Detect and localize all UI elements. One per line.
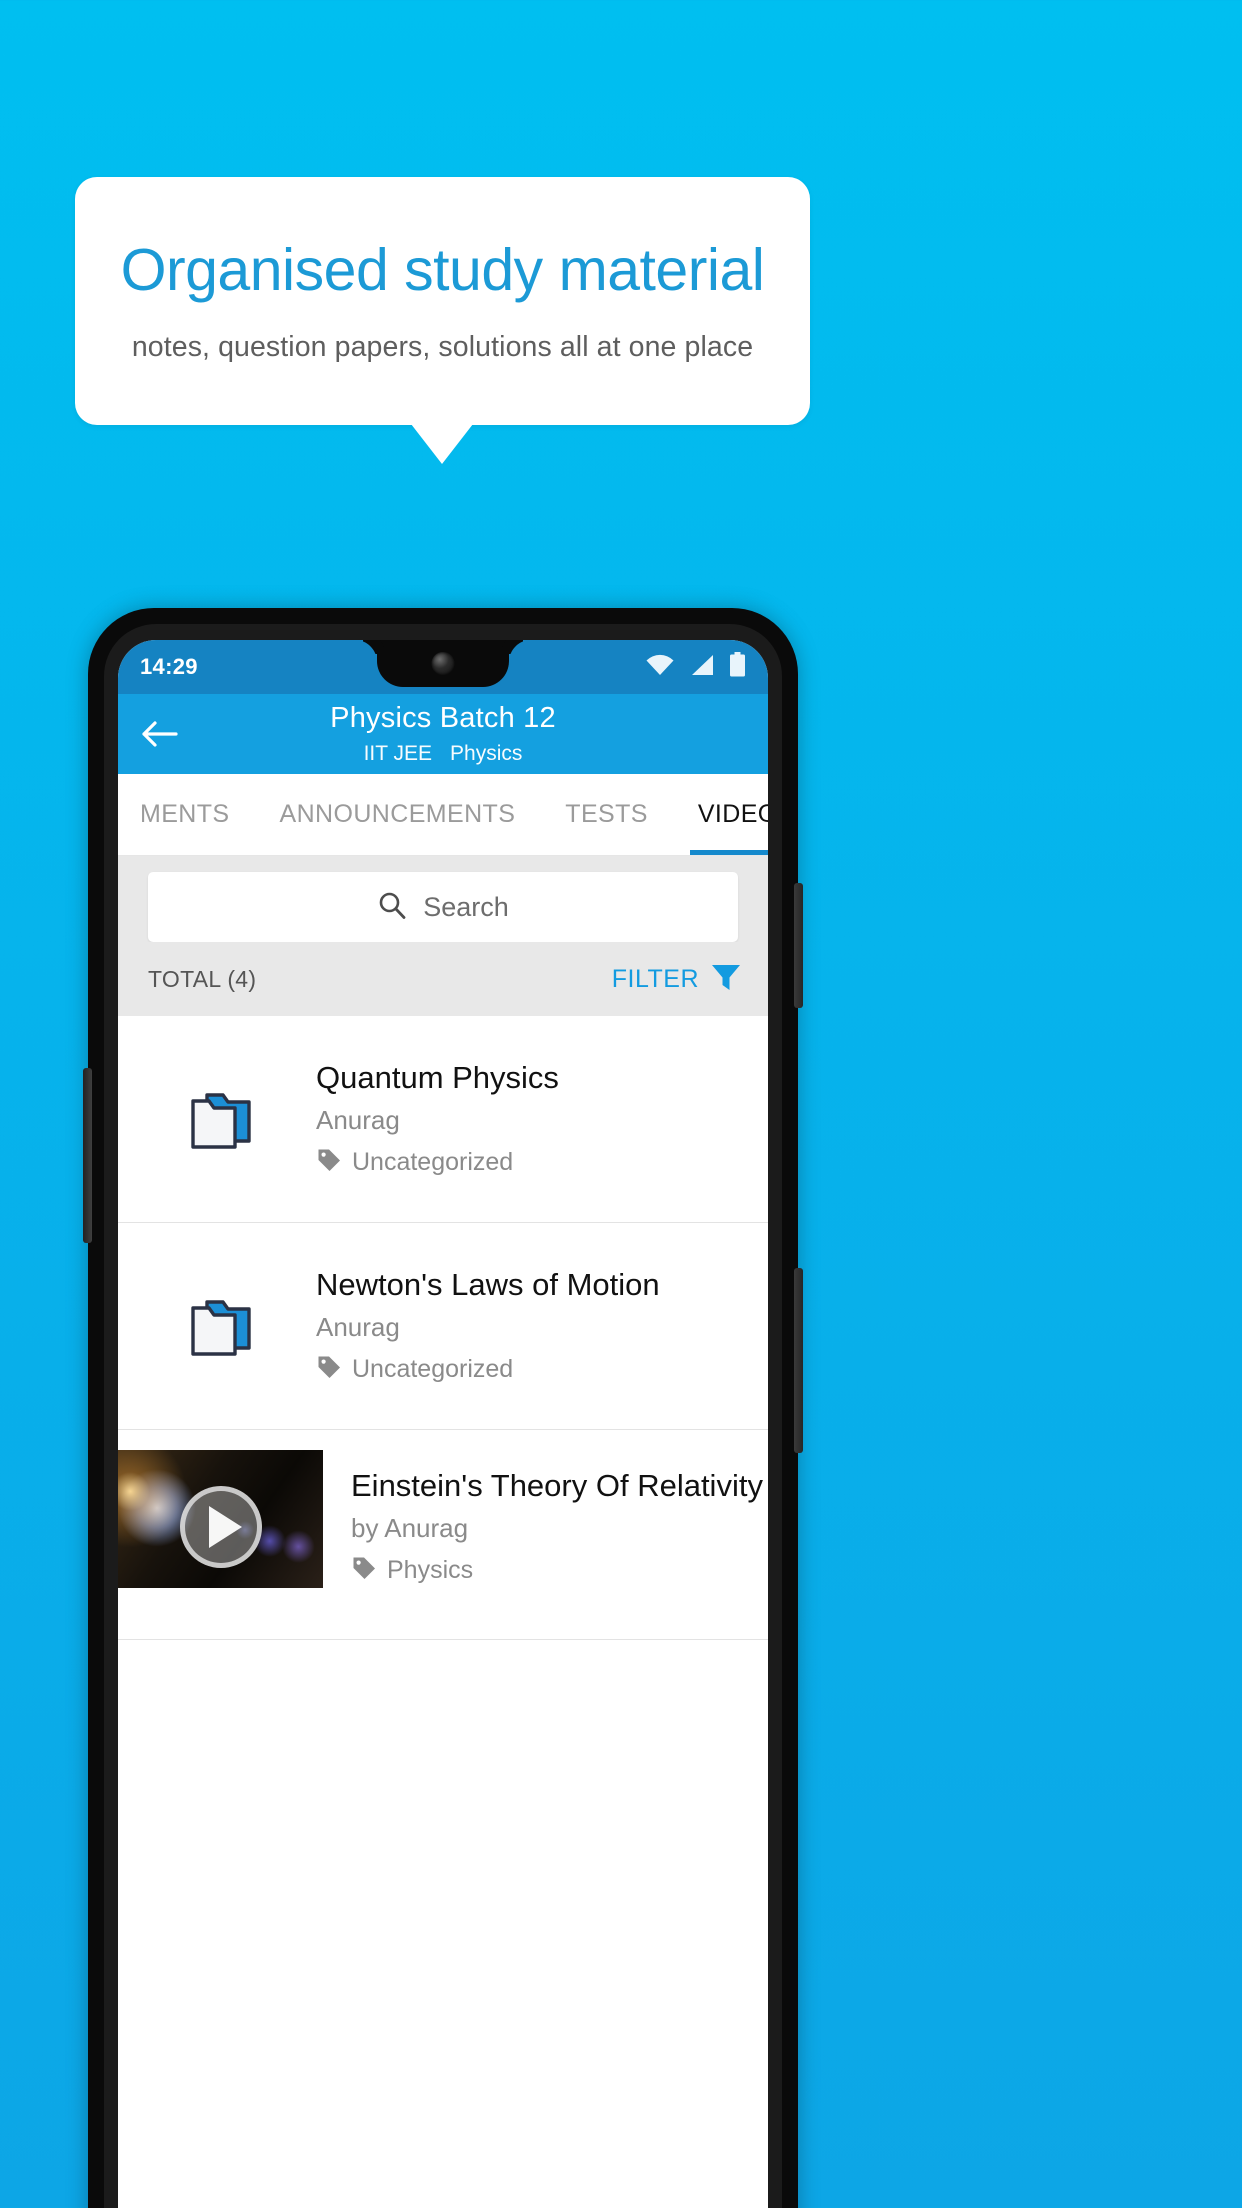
breadcrumb-subject: Physics <box>450 742 523 765</box>
tab-videos[interactable]: VIDEOS <box>689 774 768 855</box>
list-item-title: Newton's Laws of Motion <box>316 1266 660 1302</box>
tag-icon <box>351 1555 377 1586</box>
filter-label: FILTER <box>611 964 699 993</box>
video-thumbnail[interactable] <box>118 1450 323 1588</box>
tag-icon <box>316 1354 342 1385</box>
tab-assignments[interactable]: MENTS <box>140 774 230 855</box>
list-item-author: Anurag <box>316 1105 400 1136</box>
list-item-tag: Uncategorized <box>352 1355 514 1384</box>
phone-left-button[interactable] <box>83 1068 92 1243</box>
status-icons <box>645 652 746 682</box>
list-item-title: Einstein's Theory Of Relativity <box>351 1468 763 1503</box>
signal-icon <box>689 654 715 681</box>
filter-funnel-icon <box>709 960 743 999</box>
tag-icon <box>316 1147 342 1178</box>
phone-power-button[interactable] <box>794 1268 803 1453</box>
phone-screen: 14:29 Physics Batch 12 IIT JEE Physics M… <box>118 640 768 2208</box>
promo-subtitle: notes, question papers, solutions all at… <box>131 331 754 364</box>
list-item-tag-row: Uncategorized <box>316 1147 756 1178</box>
page-title: Physics Batch 12 <box>330 702 556 734</box>
list-item[interactable]: Quantum Physics Anurag Uncategorized <box>118 1016 768 1223</box>
list-item-title: Quantum Physics <box>316 1059 559 1095</box>
search-zone: Search <box>118 856 768 942</box>
play-icon[interactable] <box>179 1486 262 1569</box>
promo-title: Organised study material <box>120 236 765 303</box>
phone-notch <box>377 640 509 687</box>
promo-bubble-tail <box>411 424 473 464</box>
list-item-text: Einstein's Theory Of Relativity by Anura… <box>323 1430 768 1586</box>
folder-icon <box>126 1292 316 1360</box>
play-triangle <box>208 1506 242 1549</box>
phone-device: 14:29 Physics Batch 12 IIT JEE Physics M… <box>83 608 803 2208</box>
content-list: Quantum Physics Anurag Uncategorized New… <box>118 1016 768 1640</box>
phone-volume-button[interactable] <box>794 883 803 1008</box>
breadcrumb: IIT JEE Physics <box>118 743 768 764</box>
total-count-label: TOTAL (4) <box>148 965 257 992</box>
filter-button[interactable]: FILTER <box>612 960 743 999</box>
results-toolbar: TOTAL (4) FILTER <box>118 942 768 1016</box>
list-item-tag-row: Physics <box>351 1555 763 1586</box>
search-icon <box>377 890 407 925</box>
status-bar: 14:29 <box>118 640 768 694</box>
app-bar-titles: Physics Batch 12 IIT JEE Physics <box>118 702 768 765</box>
promo-card: Organised study material notes, question… <box>75 177 810 425</box>
wifi-icon <box>645 654 675 681</box>
front-camera <box>431 652 455 675</box>
list-item-text: Newton's Laws of Motion Anurag Uncategor… <box>316 1267 768 1386</box>
app-bar: Physics Batch 12 IIT JEE Physics <box>118 694 768 774</box>
tab-bar: MENTS ANNOUNCEMENTS TESTS VIDEOS <box>118 774 768 856</box>
list-item-author: by Anurag <box>351 1513 469 1543</box>
tab-announcements[interactable]: ANNOUNCEMENTS <box>280 774 516 855</box>
list-item-text: Quantum Physics Anurag Uncategorized <box>316 1060 768 1179</box>
list-item-tag: Uncategorized <box>352 1148 514 1177</box>
list-item-tag: Physics <box>387 1556 474 1584</box>
list-item[interactable]: Einstein's Theory Of Relativity by Anura… <box>118 1430 768 1640</box>
list-item-author: Anurag <box>316 1312 400 1343</box>
search-placeholder: Search <box>423 891 509 922</box>
list-item[interactable]: Newton's Laws of Motion Anurag Uncategor… <box>118 1223 768 1430</box>
status-time: 14:29 <box>140 654 198 679</box>
tab-tests[interactable]: TESTS <box>565 774 648 855</box>
search-input[interactable]: Search <box>148 872 738 942</box>
battery-icon <box>729 652 746 682</box>
breadcrumb-exam: IIT JEE <box>363 742 433 765</box>
folder-icon <box>126 1085 316 1153</box>
list-item-tag-row: Uncategorized <box>316 1354 756 1385</box>
